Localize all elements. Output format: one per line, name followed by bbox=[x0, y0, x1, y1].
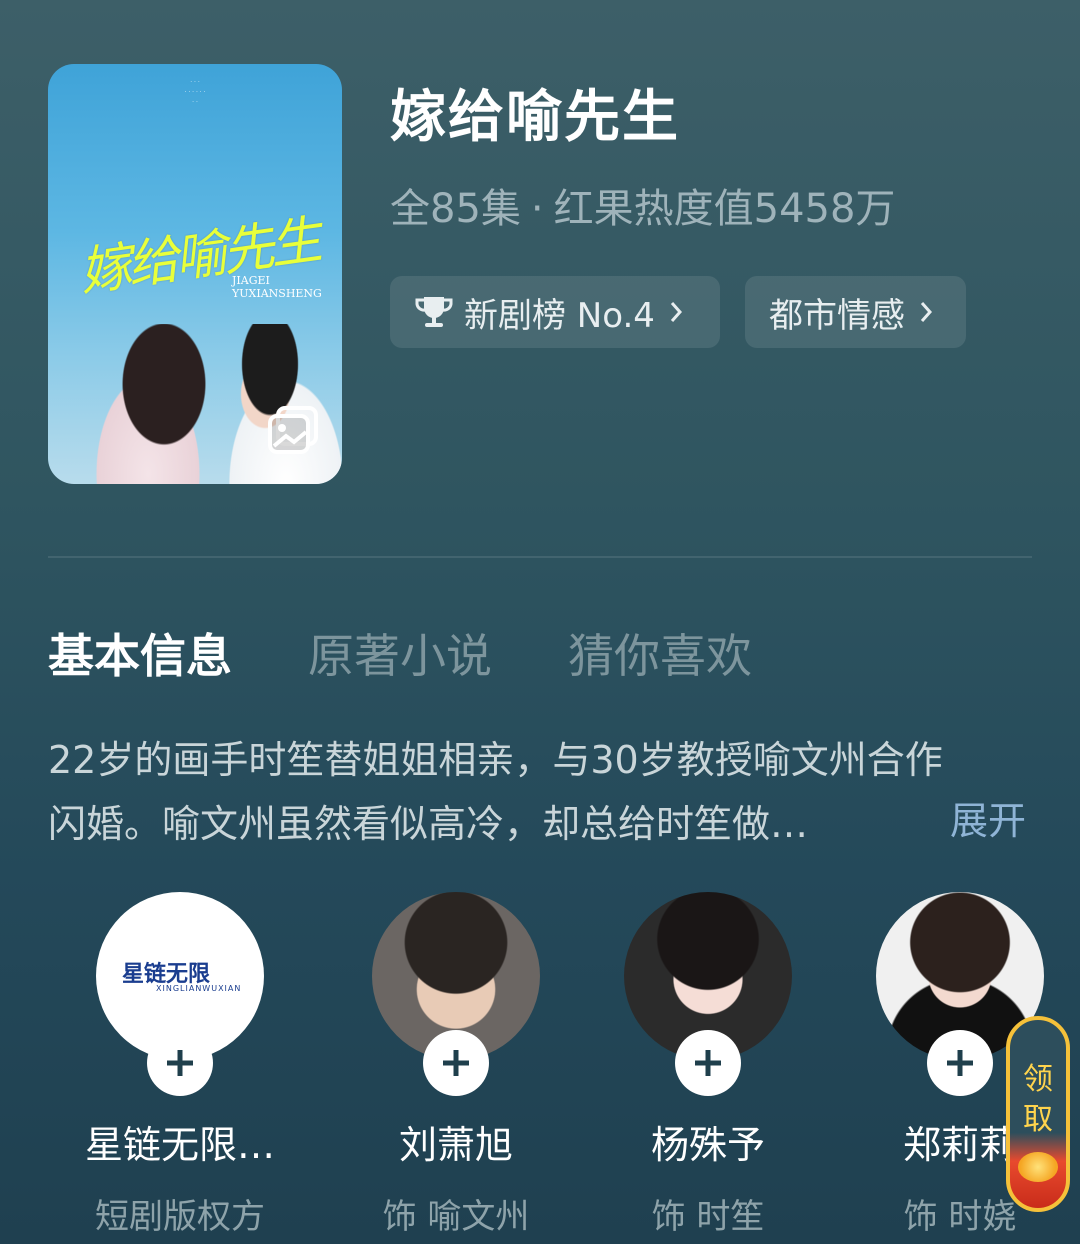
cast-role: 饰 喻文州 bbox=[382, 1197, 530, 1237]
synopsis: 22岁的画手时笙替姐姐相亲，与30岁教授喻文州合作 闪婚。喻文州虽然看似高冷，却… bbox=[48, 728, 1038, 856]
genre-tag-label: 都市情感 bbox=[769, 295, 905, 336]
tab-original-novel[interactable]: 原著小说 bbox=[308, 620, 492, 686]
ranking-tag[interactable]: 新剧榜 No.4 bbox=[390, 276, 720, 348]
meta-separator: · bbox=[530, 186, 544, 232]
tab-recommendations[interactable]: 猜你喜欢 bbox=[568, 620, 752, 686]
follow-button[interactable] bbox=[675, 1030, 741, 1096]
avatar[interactable]: 星链无限 XINGLIANWUXIAN bbox=[96, 892, 264, 1096]
plus-icon bbox=[167, 1050, 193, 1076]
cast-name: 杨殊予 bbox=[650, 1123, 765, 1167]
plus-icon bbox=[695, 1050, 721, 1076]
cast-role: 短剧版权方 bbox=[95, 1197, 265, 1237]
tab-basic-info[interactable]: 基本信息 bbox=[48, 620, 232, 686]
synopsis-line-1: 22岁的画手时笙替姐姐相亲，与30岁教授喻文州合作 bbox=[48, 738, 943, 782]
poster-pinyin-line-1: JIAGEI bbox=[232, 274, 270, 287]
chevron-right-icon bbox=[920, 302, 933, 322]
claim-reward-widget[interactable]: 领 取 bbox=[1006, 1016, 1070, 1212]
ranking-tag-label: 新剧榜 No.4 bbox=[464, 295, 655, 336]
cast-name: 刘萧旭 bbox=[398, 1123, 513, 1167]
claim-reward-char-1: 领 bbox=[1023, 1062, 1053, 1097]
claim-reward-label: 领 取 bbox=[1010, 1060, 1066, 1140]
cast-card-copyright[interactable]: 星链无限 XINGLIANWUXIAN 星链无限… 短剧版权方 bbox=[70, 892, 290, 1238]
plus-icon bbox=[443, 1050, 469, 1076]
poster-actor-figure bbox=[198, 324, 342, 484]
cast-card-actress[interactable]: 杨殊予 饰 时笙 bbox=[598, 892, 818, 1238]
chevron-right-icon bbox=[670, 302, 682, 322]
drama-poster[interactable]: · · · · · · · · · · · 嫁给喻先生 JIAGEI YUXIANS… bbox=[48, 64, 342, 484]
cast-card-actor[interactable]: 刘萧旭 饰 喻文州 bbox=[346, 892, 566, 1238]
drama-meta: 全85集 · 红果热度值5458万 bbox=[390, 176, 895, 234]
coin-icon bbox=[1018, 1152, 1058, 1182]
synopsis-line-2: 闪婚。喻文州虽然看似高冷，却总给时笙做… bbox=[48, 802, 809, 846]
episode-count: 全85集 bbox=[390, 186, 521, 232]
plus-icon bbox=[947, 1050, 973, 1076]
avatar[interactable] bbox=[624, 892, 792, 1096]
cast-role: 饰 时笙 bbox=[651, 1197, 765, 1237]
follow-button[interactable] bbox=[927, 1030, 993, 1096]
gallery-icon[interactable] bbox=[268, 406, 320, 456]
poster-pinyin: JIAGEI YUXIANSHENG bbox=[232, 274, 322, 300]
poster-pinyin-line-2: YUXIANSHENG bbox=[232, 287, 322, 300]
trophy-icon bbox=[415, 297, 453, 327]
company-logo-subtext: XINGLIANWUXIAN bbox=[156, 984, 242, 993]
claim-reward-char-2: 取 bbox=[1023, 1102, 1053, 1137]
follow-button[interactable] bbox=[423, 1030, 489, 1096]
poster-credits: · · · · · · · · · · · bbox=[184, 79, 206, 106]
genre-tag[interactable]: 都市情感 bbox=[745, 276, 966, 348]
avatar[interactable] bbox=[372, 892, 540, 1096]
follow-button[interactable] bbox=[147, 1030, 213, 1096]
popularity-value: 红果热度值5458万 bbox=[553, 186, 896, 232]
info-tabs: 基本信息 原著小说 猜你喜欢 bbox=[48, 620, 828, 686]
section-divider bbox=[48, 556, 1032, 558]
cast-name: 星链无限… bbox=[84, 1123, 275, 1167]
expand-synopsis-link[interactable]: 展开 bbox=[950, 790, 1026, 845]
drama-title: 嫁给喻先生 bbox=[390, 85, 680, 150]
